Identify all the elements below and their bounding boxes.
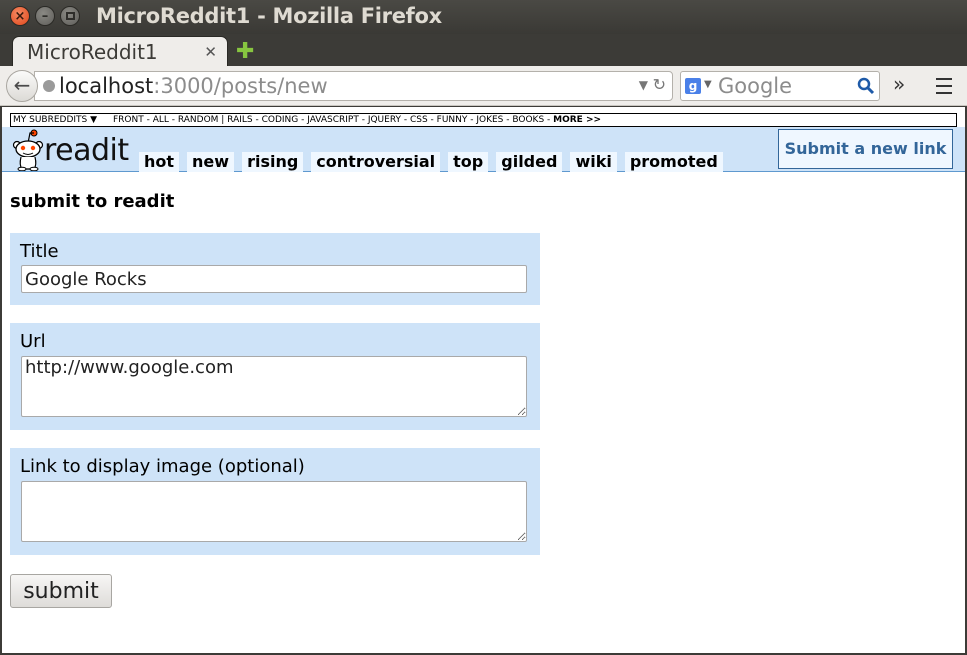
google-engine-icon[interactable]: g [685, 78, 701, 94]
form-heading: submit to readit [10, 191, 175, 212]
tab-hot[interactable]: hot [139, 152, 180, 172]
title-input[interactable] [21, 265, 527, 293]
url-host: localhost [59, 74, 154, 98]
url-bar[interactable]: localhost:3000/posts/new ▼ ↻ [34, 71, 673, 101]
page-viewport: MY SUBREDDITS ▼ FRONT - ALL - RANDOM | R… [2, 107, 965, 653]
site-header: readit hot new rising controversial top … [2, 127, 965, 172]
navigation-toolbar: localhost:3000/posts/new ▼ ↻ ← g ▼ Googl… [0, 66, 967, 106]
tab-wiki[interactable]: wiki [570, 152, 617, 172]
url-path: :3000/posts/new [153, 74, 328, 98]
search-icon[interactable] [857, 77, 875, 95]
submit-button[interactable]: submit [10, 574, 112, 608]
url-field-group: Url http://www.google.com [10, 323, 540, 430]
url-dropdown-icon[interactable]: ▼ [639, 78, 648, 92]
close-window-button[interactable]: × [10, 6, 30, 26]
search-input[interactable]: Google [718, 74, 792, 98]
window-titlebar: × – MicroReddit1 - Mozilla Firefox [0, 0, 967, 34]
tab-rising[interactable]: rising [242, 152, 304, 172]
subreddit-list: FRONT - ALL - RANDOM | RAILS - CODING - … [113, 114, 601, 126]
image-link-label: Link to display image (optional) [20, 456, 305, 477]
minimize-window-button[interactable]: – [35, 6, 55, 26]
globe-icon [43, 80, 55, 92]
back-button[interactable]: ← [6, 70, 38, 102]
tab-top[interactable]: top [448, 152, 489, 172]
window-title: MicroReddit1 - Mozilla Firefox [96, 4, 442, 28]
url-label: Url [20, 331, 46, 352]
search-bar[interactable]: g ▼ Google [680, 71, 880, 101]
tab-gilded[interactable]: gilded [496, 152, 563, 172]
image-field-group: Link to display image (optional) [10, 448, 540, 555]
site-logo-text[interactable]: readit [44, 133, 129, 168]
more-subreddits-link[interactable]: MORE >> [553, 115, 601, 125]
url-textarea[interactable]: http://www.google.com [21, 356, 527, 417]
subreddit-bar: MY SUBREDDITS ▼ FRONT - ALL - RANDOM | R… [10, 113, 957, 127]
tab-promoted[interactable]: promoted [624, 152, 723, 172]
browser-tab[interactable]: MicroReddit1 ✕ [12, 36, 228, 68]
tab-new[interactable]: new [187, 152, 235, 172]
hamburger-menu-icon[interactable] [928, 70, 960, 100]
title-field-group: Title [10, 233, 540, 305]
reload-icon[interactable]: ↻ [653, 75, 666, 94]
sort-tabs: hot new rising controversial top gilded … [139, 152, 723, 172]
close-tab-icon[interactable]: ✕ [204, 43, 217, 61]
title-label: Title [20, 241, 59, 262]
tab-strip: MicroReddit1 ✕ ✚ [0, 34, 967, 68]
subreddit-links[interactable]: FRONT - ALL - RANDOM | RAILS - CODING - … [113, 115, 553, 125]
my-subreddits-dropdown[interactable]: MY SUBREDDITS ▼ [13, 114, 97, 126]
overflow-chevron-icon[interactable]: » [893, 72, 905, 96]
maximize-window-button[interactable] [60, 6, 80, 26]
engine-dropdown-icon[interactable]: ▼ [704, 79, 712, 90]
tab-controversial[interactable]: controversial [311, 152, 441, 172]
back-arrow-icon: ← [13, 73, 31, 97]
new-tab-icon[interactable]: ✚ [236, 39, 254, 64]
image-link-textarea[interactable] [21, 481, 527, 542]
browser-tab-label: MicroReddit1 [27, 40, 158, 64]
reddit-alien-logo-icon[interactable] [12, 129, 44, 171]
url-text[interactable]: localhost:3000/posts/new [59, 74, 328, 98]
submit-new-link-button[interactable]: Submit a new link [778, 129, 953, 169]
